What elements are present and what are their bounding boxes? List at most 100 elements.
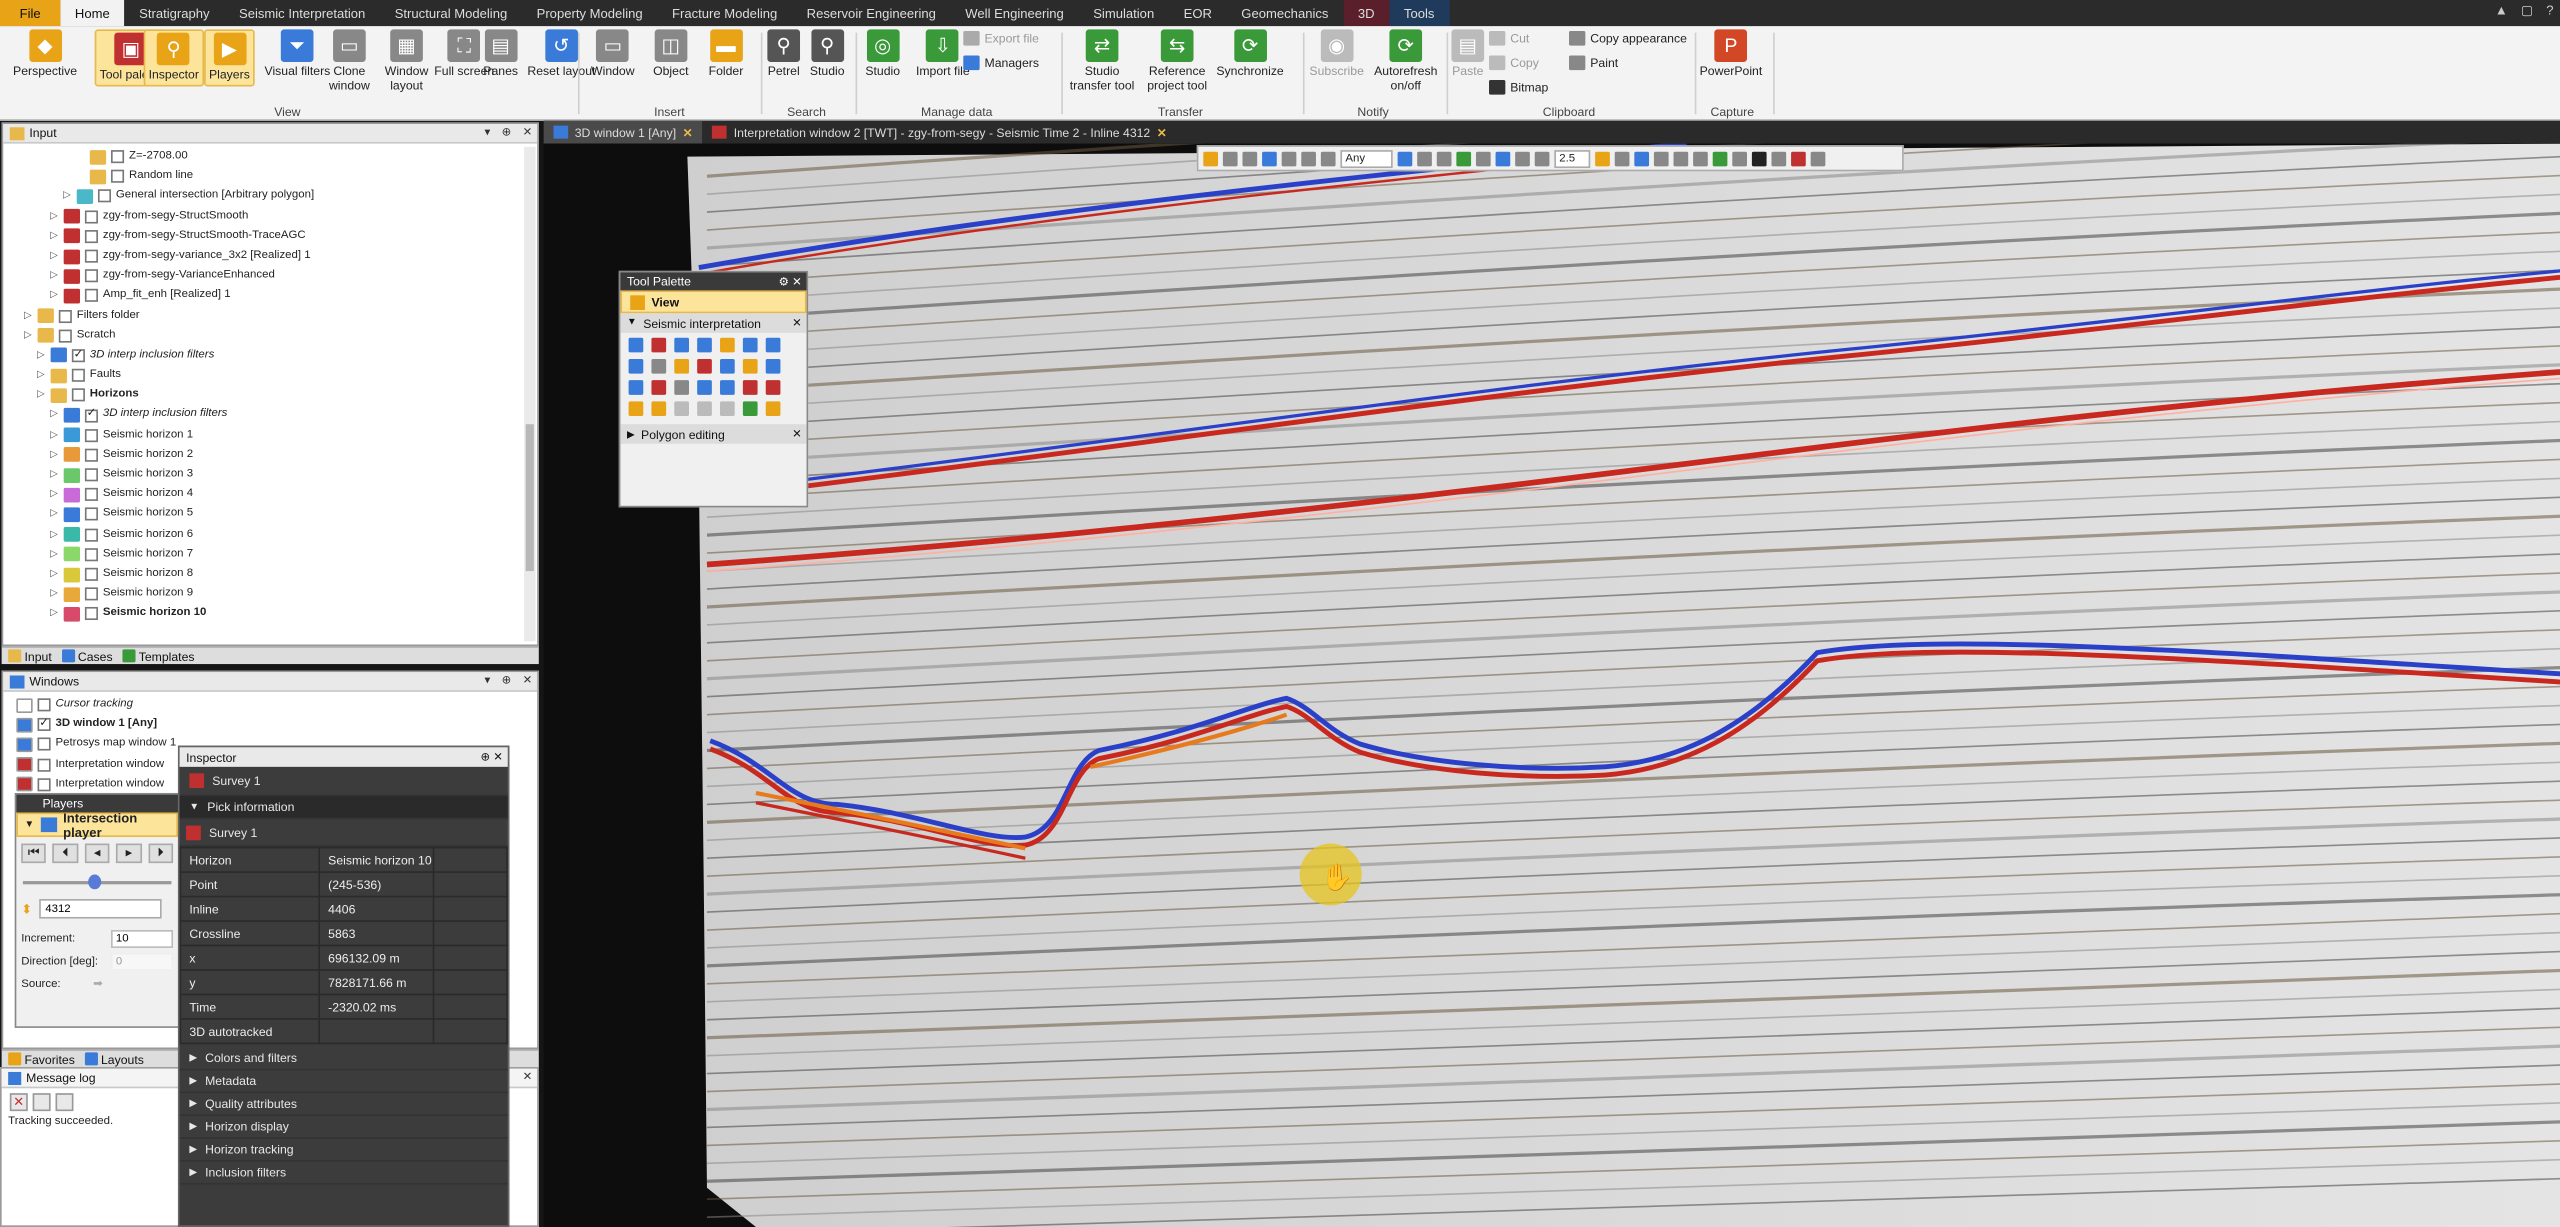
help-icon[interactable]: ? (2546, 3, 2553, 18)
interpretation-tool-icon[interactable] (765, 380, 781, 395)
view-icon[interactable] (1751, 150, 1767, 166)
expand-icon[interactable]: ▷ (23, 326, 33, 346)
play-back-button[interactable]: ◂ (84, 843, 110, 864)
inspector-section-colors-and-filters[interactable]: ▶ Colors and filters (179, 1047, 508, 1071)
copy-appearance-button[interactable]: Copy appearance (1569, 31, 1687, 46)
expand-icon[interactable]: ▷ (49, 226, 59, 246)
expand-icon[interactable]: ▷ (49, 564, 59, 584)
view-icon[interactable] (1712, 150, 1728, 166)
visibility-checkbox[interactable] (111, 170, 125, 184)
visibility-checkbox[interactable] (84, 249, 98, 263)
slider-thumb[interactable] (88, 874, 102, 890)
collapse-icon[interactable]: ▼ (24, 820, 34, 830)
menu-tab-structural-modeling[interactable]: Structural Modeling (380, 0, 522, 26)
interpretation-tool-icon[interactable] (651, 358, 667, 374)
view-icon[interactable] (1320, 150, 1336, 166)
menu-tab-well-engineering[interactable]: Well Engineering (951, 0, 1079, 26)
expand-icon[interactable]: ▷ (49, 266, 59, 286)
view-icon[interactable] (1732, 150, 1747, 166)
interpretation-tool-icon[interactable] (720, 358, 735, 374)
paint-button[interactable]: Paint (1569, 55, 1618, 71)
pin-icon[interactable]: ⊕ (502, 126, 512, 138)
visibility-checkbox[interactable] (84, 269, 98, 283)
expand-icon[interactable]: ▷ (49, 405, 59, 425)
player-value-input[interactable] (38, 899, 162, 919)
tool-icon[interactable] (1203, 150, 1218, 166)
interpretation-tool-icon[interactable] (720, 380, 735, 395)
tree-item[interactable]: ▷ Horizons (3, 385, 537, 405)
view-icon[interactable] (1262, 150, 1277, 166)
home-icon[interactable] (1397, 150, 1413, 166)
view-icon[interactable] (1634, 150, 1650, 166)
inspector-section-horizon-display[interactable]: ▶ Horizon display (179, 1116, 508, 1139)
close-icon[interactable]: ✕ (523, 674, 533, 686)
inspector-section-metadata[interactable]: ▶ Metadata (179, 1070, 508, 1094)
expand-icon[interactable]: ▷ (49, 246, 59, 266)
tree-item[interactable]: ▷ Seismic horizon 10 (3, 604, 537, 624)
inspector-button[interactable]: ⚲ Inspector (143, 29, 204, 86)
interpretation-tool-icon[interactable] (742, 358, 758, 374)
pin-icon[interactable]: ⊕ (502, 674, 512, 686)
window-button[interactable]: ▭ Window (591, 29, 635, 79)
first-frame-button[interactable]: ⏮ (21, 843, 47, 864)
import-file-button[interactable]: ⇩ Import file (916, 29, 970, 79)
interpretation-tool-icon[interactable] (742, 380, 758, 395)
window-checkbox[interactable] (37, 698, 51, 712)
inspector-section-horizon-tracking[interactable]: ▶ Horizon tracking (179, 1139, 508, 1162)
close-tab-icon[interactable]: ✕ (683, 125, 693, 140)
tree-item[interactable]: ▷ Seismic horizon 8 (3, 564, 537, 584)
expand-icon[interactable]: ▷ (49, 465, 59, 485)
copy-button[interactable]: Copy (1489, 55, 1539, 71)
view-icon[interactable] (1653, 150, 1669, 166)
tree-item[interactable]: ▷ Filters folder (3, 306, 537, 326)
menu-tab-fracture-modeling[interactable]: Fracture Modeling (657, 0, 792, 26)
tree-item[interactable]: ▷ zgy-from-segy-StructSmooth-TraceAGC (3, 226, 537, 246)
view-icon[interactable] (1475, 150, 1491, 166)
visibility-checkbox[interactable] (84, 488, 98, 502)
expand-icon[interactable]: ▷ (23, 306, 33, 326)
expand-icon[interactable]: ▷ (49, 286, 59, 306)
inspector-section-quality-attributes[interactable]: ▶ Quality attributes (179, 1093, 508, 1117)
perspective-button[interactable]: ◆ Perspective (13, 29, 77, 79)
menu-tab-eor[interactable]: EOR (1169, 0, 1227, 26)
subscribe-button[interactable]: ◉ Subscribe (1309, 29, 1364, 79)
window-checkbox[interactable] (37, 758, 51, 772)
intersection-player-header[interactable]: ▼ Intersection player (16, 810, 178, 839)
view-icon[interactable] (1771, 150, 1787, 166)
zoom-select[interactable]: 2.5 (1554, 149, 1591, 168)
menu-tab-seismic-interpretation[interactable]: Seismic Interpretation (224, 0, 380, 26)
visibility-checkbox[interactable] (84, 468, 98, 482)
interpretation-tool-icon[interactable] (628, 337, 644, 353)
tab-cases[interactable]: Cases (61, 649, 113, 663)
visibility-checkbox[interactable] (58, 329, 72, 343)
object-button[interactable]: ◫ Object (653, 29, 688, 79)
menu-tab-stratigraphy[interactable]: Stratigraphy (124, 0, 224, 26)
visibility-checkbox[interactable] (84, 508, 98, 522)
save-log-icon[interactable] (32, 1093, 51, 1112)
interpretation-tool-icon[interactable] (674, 337, 689, 353)
tree-item[interactable]: ▷ Seismic horizon 9 (3, 584, 537, 604)
visibility-checkbox[interactable] (84, 528, 98, 542)
window-item[interactable]: Cursor tracking (16, 695, 537, 715)
interpretation-tool-icon[interactable] (674, 401, 689, 417)
filter-log-icon[interactable] (55, 1093, 74, 1112)
3d-window-viewport[interactable]: ✋ (543, 143, 2560, 1227)
close-icon[interactable]: ✕ (792, 427, 802, 440)
view-icon[interactable] (1495, 150, 1511, 166)
view-icon[interactable] (1614, 150, 1630, 166)
interpretation-tool-icon[interactable] (765, 337, 781, 353)
visibility-checkbox[interactable] (111, 150, 125, 164)
visibility-checkbox[interactable]: ✓ (71, 349, 85, 363)
view-icon[interactable] (1791, 150, 1806, 166)
cut-button[interactable]: Cut (1489, 31, 1529, 46)
petrel-button[interactable]: ⚲ Petrel (767, 29, 801, 79)
studio-button[interactable]: ⚲ Studio (810, 29, 845, 79)
inspector-controls[interactable]: ⊕ ✕ (481, 751, 503, 763)
tree-item[interactable]: ▷ Seismic horizon 5 (3, 505, 537, 525)
interpretation-tool-icon[interactable] (720, 337, 735, 353)
players-button[interactable]: ▶ Players (204, 29, 255, 86)
expand-icon[interactable]: ▷ (62, 187, 72, 207)
expand-icon[interactable]: ▷ (36, 366, 46, 386)
interpretation-tool-icon[interactable] (697, 358, 712, 374)
tree-item[interactable]: ▷ Seismic horizon 1 (3, 425, 537, 445)
